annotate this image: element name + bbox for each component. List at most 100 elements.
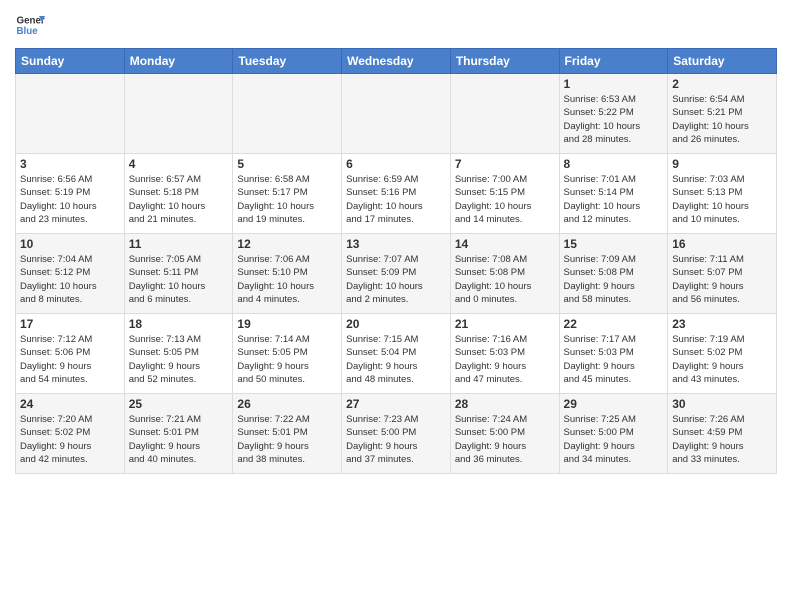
day-number: 17 — [20, 317, 120, 331]
weekday-header-sunday: Sunday — [16, 49, 125, 74]
calendar-table: SundayMondayTuesdayWednesdayThursdayFrid… — [15, 48, 777, 474]
calendar-cell — [124, 74, 233, 154]
calendar-cell: 26 Sunrise: 7:22 AM Sunset: 5:01 PM Dayli… — [233, 394, 342, 474]
day-number: 4 — [129, 157, 229, 171]
calendar-cell: 2 Sunrise: 6:54 AM Sunset: 5:21 PM Daylig… — [668, 74, 777, 154]
main-container: General Blue SundayMondayTuesdayWednesda… — [0, 0, 792, 479]
day-info: Sunrise: 7:19 AM Sunset: 5:02 PM Dayligh… — [672, 333, 772, 386]
day-info: Sunrise: 7:22 AM Sunset: 5:01 PM Dayligh… — [237, 413, 337, 466]
calendar-cell: 18 Sunrise: 7:13 AM Sunset: 5:05 PM Dayli… — [124, 314, 233, 394]
calendar-cell: 29 Sunrise: 7:25 AM Sunset: 5:00 PM Dayli… — [559, 394, 668, 474]
day-number: 28 — [455, 397, 555, 411]
calendar-week-row: 24Sunrise: 7:20 AM Sunset: 5:02 PM Dayli… — [16, 394, 777, 474]
day-number: 20 — [346, 317, 446, 331]
header: General Blue — [15, 10, 777, 40]
calendar-cell: 10 Sunrise: 7:04 AM Sunset: 5:12 PM Dayli… — [16, 234, 125, 314]
calendar-cell: 1Sunrise: 6:53 AM Sunset: 5:22 PM Daylig… — [559, 74, 668, 154]
calendar-cell: 20 Sunrise: 7:15 AM Sunset: 5:04 PM Dayli… — [342, 314, 451, 394]
calendar-week-row: 10 Sunrise: 7:04 AM Sunset: 5:12 PM Dayli… — [16, 234, 777, 314]
calendar-cell: 19 Sunrise: 7:14 AM Sunset: 5:05 PM Dayli… — [233, 314, 342, 394]
weekday-header-friday: Friday — [559, 49, 668, 74]
day-number: 2 — [672, 77, 772, 91]
day-info: Sunrise: 7:05 AM Sunset: 5:11 PM Dayligh… — [129, 253, 229, 306]
calendar-week-row: 17 Sunrise: 7:12 AM Sunset: 5:06 PM Dayli… — [16, 314, 777, 394]
logo-icon: General Blue — [15, 10, 45, 40]
calendar-cell: 21Sunrise: 7:16 AM Sunset: 5:03 PM Dayli… — [450, 314, 559, 394]
day-info: Sunrise: 6:54 AM Sunset: 5:21 PM Dayligh… — [672, 93, 772, 146]
calendar-cell: 3 Sunrise: 6:56 AM Sunset: 5:19 PM Daylig… — [16, 154, 125, 234]
calendar-cell — [233, 74, 342, 154]
calendar-cell: 28 Sunrise: 7:24 AM Sunset: 5:00 PM Dayli… — [450, 394, 559, 474]
day-number: 14 — [455, 237, 555, 251]
weekday-header-monday: Monday — [124, 49, 233, 74]
calendar-cell: 16Sunrise: 7:11 AM Sunset: 5:07 PM Dayli… — [668, 234, 777, 314]
logo: General Blue — [15, 10, 49, 40]
day-info: Sunrise: 7:04 AM Sunset: 5:12 PM Dayligh… — [20, 253, 120, 306]
day-number: 13 — [346, 237, 446, 251]
day-info: Sunrise: 7:13 AM Sunset: 5:05 PM Dayligh… — [129, 333, 229, 386]
weekday-header-saturday: Saturday — [668, 49, 777, 74]
day-info: Sunrise: 6:59 AM Sunset: 5:16 PM Dayligh… — [346, 173, 446, 226]
day-info: Sunrise: 7:09 AM Sunset: 5:08 PM Dayligh… — [564, 253, 664, 306]
weekday-header-row: SundayMondayTuesdayWednesdayThursdayFrid… — [16, 49, 777, 74]
calendar-cell: 12 Sunrise: 7:06 AM Sunset: 5:10 PM Dayli… — [233, 234, 342, 314]
weekday-header-thursday: Thursday — [450, 49, 559, 74]
calendar-week-row: 3 Sunrise: 6:56 AM Sunset: 5:19 PM Daylig… — [16, 154, 777, 234]
day-info: Sunrise: 7:25 AM Sunset: 5:00 PM Dayligh… — [564, 413, 664, 466]
day-info: Sunrise: 7:11 AM Sunset: 5:07 PM Dayligh… — [672, 253, 772, 306]
calendar-cell: 7 Sunrise: 7:00 AM Sunset: 5:15 PM Daylig… — [450, 154, 559, 234]
day-info: Sunrise: 7:20 AM Sunset: 5:02 PM Dayligh… — [20, 413, 120, 466]
day-number: 19 — [237, 317, 337, 331]
day-number: 7 — [455, 157, 555, 171]
day-number: 30 — [672, 397, 772, 411]
day-info: Sunrise: 7:21 AM Sunset: 5:01 PM Dayligh… — [129, 413, 229, 466]
day-number: 6 — [346, 157, 446, 171]
day-number: 12 — [237, 237, 337, 251]
calendar-cell: 4 Sunrise: 6:57 AM Sunset: 5:18 PM Daylig… — [124, 154, 233, 234]
day-number: 3 — [20, 157, 120, 171]
weekday-header-wednesday: Wednesday — [342, 49, 451, 74]
day-info: Sunrise: 7:17 AM Sunset: 5:03 PM Dayligh… — [564, 333, 664, 386]
calendar-week-row: 1Sunrise: 6:53 AM Sunset: 5:22 PM Daylig… — [16, 74, 777, 154]
day-info: Sunrise: 7:06 AM Sunset: 5:10 PM Dayligh… — [237, 253, 337, 306]
day-number: 8 — [564, 157, 664, 171]
calendar-cell: 27Sunrise: 7:23 AM Sunset: 5:00 PM Dayli… — [342, 394, 451, 474]
calendar-cell: 25 Sunrise: 7:21 AM Sunset: 5:01 PM Dayli… — [124, 394, 233, 474]
calendar-cell: 22 Sunrise: 7:17 AM Sunset: 5:03 PM Dayli… — [559, 314, 668, 394]
day-info: Sunrise: 7:26 AM Sunset: 4:59 PM Dayligh… — [672, 413, 772, 466]
day-number: 9 — [672, 157, 772, 171]
day-number: 5 — [237, 157, 337, 171]
day-info: Sunrise: 6:56 AM Sunset: 5:19 PM Dayligh… — [20, 173, 120, 226]
day-info: Sunrise: 7:24 AM Sunset: 5:00 PM Dayligh… — [455, 413, 555, 466]
day-number: 29 — [564, 397, 664, 411]
calendar-cell — [450, 74, 559, 154]
calendar-cell: 6 Sunrise: 6:59 AM Sunset: 5:16 PM Daylig… — [342, 154, 451, 234]
calendar-cell — [342, 74, 451, 154]
calendar-cell: 15Sunrise: 7:09 AM Sunset: 5:08 PM Dayli… — [559, 234, 668, 314]
day-info: Sunrise: 7:00 AM Sunset: 5:15 PM Dayligh… — [455, 173, 555, 226]
day-number: 25 — [129, 397, 229, 411]
day-info: Sunrise: 6:57 AM Sunset: 5:18 PM Dayligh… — [129, 173, 229, 226]
day-number: 23 — [672, 317, 772, 331]
day-number: 11 — [129, 237, 229, 251]
day-info: Sunrise: 7:14 AM Sunset: 5:05 PM Dayligh… — [237, 333, 337, 386]
day-number: 21 — [455, 317, 555, 331]
day-number: 26 — [237, 397, 337, 411]
day-number: 1 — [564, 77, 664, 91]
calendar-cell: 9 Sunrise: 7:03 AM Sunset: 5:13 PM Daylig… — [668, 154, 777, 234]
calendar-cell: 8Sunrise: 7:01 AM Sunset: 5:14 PM Daylig… — [559, 154, 668, 234]
day-number: 10 — [20, 237, 120, 251]
day-info: Sunrise: 7:23 AM Sunset: 5:00 PM Dayligh… — [346, 413, 446, 466]
day-info: Sunrise: 7:15 AM Sunset: 5:04 PM Dayligh… — [346, 333, 446, 386]
calendar-cell — [16, 74, 125, 154]
calendar-cell: 23 Sunrise: 7:19 AM Sunset: 5:02 PM Dayli… — [668, 314, 777, 394]
day-info: Sunrise: 6:58 AM Sunset: 5:17 PM Dayligh… — [237, 173, 337, 226]
day-info: Sunrise: 7:12 AM Sunset: 5:06 PM Dayligh… — [20, 333, 120, 386]
calendar-cell: 30 Sunrise: 7:26 AM Sunset: 4:59 PM Dayli… — [668, 394, 777, 474]
svg-text:Blue: Blue — [17, 26, 39, 37]
day-info: Sunrise: 7:03 AM Sunset: 5:13 PM Dayligh… — [672, 173, 772, 226]
day-number: 18 — [129, 317, 229, 331]
calendar-cell: 13Sunrise: 7:07 AM Sunset: 5:09 PM Dayli… — [342, 234, 451, 314]
day-number: 22 — [564, 317, 664, 331]
calendar-cell: 5 Sunrise: 6:58 AM Sunset: 5:17 PM Daylig… — [233, 154, 342, 234]
